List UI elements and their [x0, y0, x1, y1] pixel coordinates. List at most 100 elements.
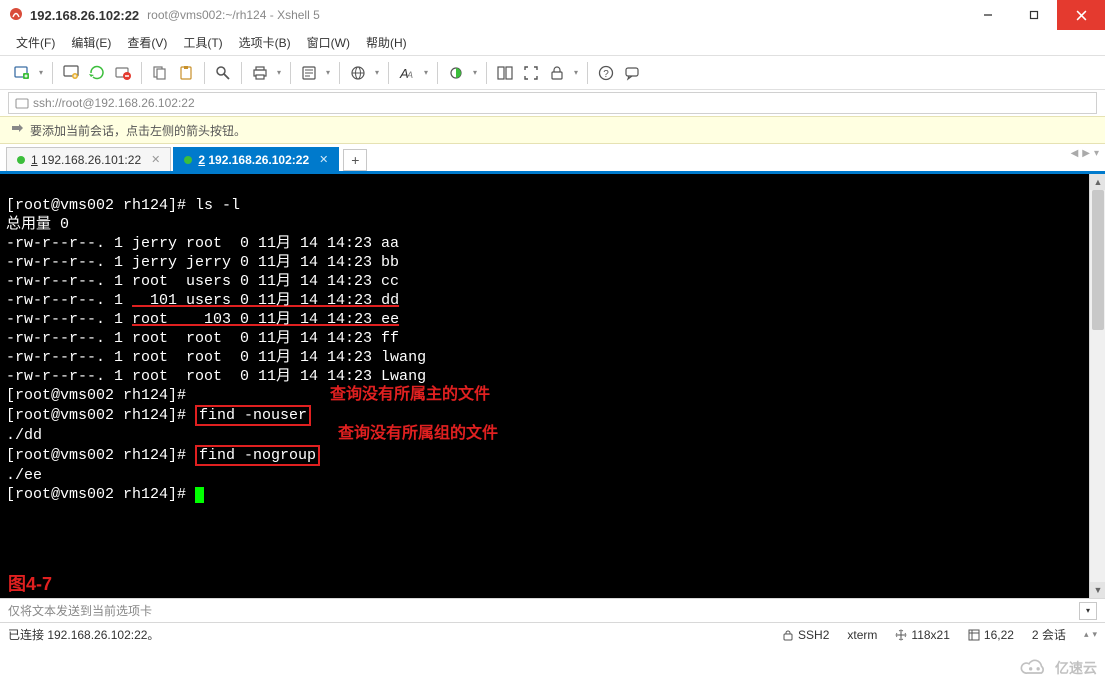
new-session-dropdown[interactable]: ▾	[36, 61, 46, 85]
watermark-text: 亿速云	[1055, 658, 1097, 678]
send-target-dropdown[interactable]: ▾	[1079, 602, 1097, 620]
menu-edit[interactable]: 编辑(E)	[65, 30, 117, 55]
lock-icon	[782, 629, 794, 641]
terminal-line: -rw-r--r--. 1 jerry jerry 0 11月 14 14:23…	[6, 254, 399, 271]
terminal-line: [root@vms002 rh124]# find -nouser	[6, 407, 311, 424]
font-dropdown[interactable]: ▾	[421, 61, 431, 85]
session-tab-1[interactable]: 1 192.168.26.101:22 ✕	[6, 147, 171, 171]
lock-icon[interactable]	[545, 61, 569, 85]
annotation-nogroup: 查询没有所属组的文件	[338, 424, 498, 443]
terminal-output[interactable]: [root@vms002 rh124]# ls -l 总用量 0 -rw-r--…	[0, 174, 1089, 598]
tab-strip: 1 192.168.26.101:22 ✕ 2 192.168.26.102:2…	[0, 144, 1105, 174]
print-icon[interactable]	[248, 61, 272, 85]
properties-icon[interactable]	[297, 61, 321, 85]
new-tab-button[interactable]: +	[343, 149, 367, 171]
tab-label: 192.168.26.101:22	[38, 153, 141, 167]
maximize-button[interactable]	[1011, 0, 1057, 30]
open-icon[interactable]	[59, 61, 83, 85]
address-input[interactable]: ssh://root@192.168.26.102:22	[8, 92, 1097, 114]
address-url: ssh://root@192.168.26.102:22	[33, 96, 195, 110]
chevron-down-icon[interactable]: ▾	[1092, 629, 1097, 640]
status-dot-icon	[184, 156, 192, 164]
status-sessions: 2 会话	[1032, 626, 1066, 643]
disconnect-icon[interactable]	[111, 61, 135, 85]
terminal-line: 总用量 0	[6, 216, 69, 233]
paste-icon[interactable]	[174, 61, 198, 85]
tab-prev-icon[interactable]: ◀	[1071, 148, 1079, 159]
highlighted-command: find -nogroup	[195, 445, 320, 466]
status-connection: 已连接 192.168.26.102:22。	[8, 626, 159, 643]
status-bar: 已连接 192.168.26.102:22。 SSH2 xterm 118x21…	[0, 622, 1105, 646]
send-input[interactable]: 仅将文本发送到当前选项卡	[8, 602, 152, 619]
properties-dropdown[interactable]: ▾	[323, 61, 333, 85]
window-title-secondary: root@vms002:~/rh124 - Xshell 5	[147, 8, 320, 22]
chevron-up-icon[interactable]: ▴	[1084, 629, 1089, 640]
print-dropdown[interactable]: ▾	[274, 61, 284, 85]
menu-tabs[interactable]: 选项卡(B)	[233, 30, 297, 55]
tab-close-icon[interactable]: ✕	[319, 153, 328, 166]
menu-file[interactable]: 文件(F)	[10, 30, 61, 55]
split-icon[interactable]	[493, 61, 517, 85]
cloud-icon	[1017, 658, 1051, 678]
session-tab-2[interactable]: 2 192.168.26.102:22 ✕	[173, 147, 339, 171]
menu-view[interactable]: 查看(V)	[121, 30, 173, 55]
info-text: 要添加当前会话，点击左侧的箭头按钮。	[30, 122, 246, 139]
scroll-down-icon[interactable]: ▼	[1090, 582, 1105, 598]
globe-dropdown[interactable]: ▾	[372, 61, 382, 85]
message-icon[interactable]	[620, 61, 644, 85]
info-bar: 要添加当前会话，点击左侧的箭头按钮。	[0, 116, 1105, 144]
reconnect-icon[interactable]	[85, 61, 109, 85]
annotation-nouser: 查询没有所属主的文件	[330, 385, 490, 404]
find-icon[interactable]	[211, 61, 235, 85]
terminal-line: -rw-r--r--. 1 root 103 0 11月 14 14:23 ee	[6, 311, 399, 328]
color-dropdown[interactable]: ▾	[470, 61, 480, 85]
terminal-line: [root@vms002 rh124]#	[6, 387, 195, 404]
fullscreen-icon[interactable]	[519, 61, 543, 85]
vertical-scrollbar[interactable]: ▲ ▼	[1089, 174, 1105, 598]
minimize-button[interactable]	[965, 0, 1011, 30]
terminal-line: -rw-r--r--. 1 root root 0 11月 14 14:23 l…	[6, 349, 426, 366]
terminal-wrap: [root@vms002 rh124]# ls -l 总用量 0 -rw-r--…	[0, 174, 1105, 598]
tab-next-icon[interactable]: ▶	[1082, 148, 1090, 159]
figure-label: 图4-7	[8, 575, 52, 594]
cursor-pos-icon	[968, 629, 980, 641]
help-icon[interactable]: ?	[594, 61, 618, 85]
menu-help[interactable]: 帮助(H)	[360, 30, 413, 55]
terminal-line: -rw-r--r--. 1 101 users 0 11月 14 14:23 d…	[6, 292, 399, 309]
status-nav: ▴ ▾	[1084, 629, 1097, 640]
new-session-icon[interactable]	[10, 61, 34, 85]
terminal-line: [root@vms002 rh124]# ls -l	[6, 197, 240, 214]
app-icon	[8, 6, 24, 25]
watermark: 亿速云	[1017, 658, 1097, 678]
terminal-line: [root@vms002 rh124]#	[6, 486, 204, 503]
tab-nav: ◀ ▶ ▾	[1071, 148, 1099, 159]
copy-icon[interactable]	[148, 61, 172, 85]
font-icon[interactable]: AA	[395, 61, 419, 85]
terminal-line: -rw-r--r--. 1 root root 0 11月 14 14:23 f…	[6, 330, 399, 347]
color-icon[interactable]	[444, 61, 468, 85]
menu-bar: 文件(F) 编辑(E) 查看(V) 工具(T) 选项卡(B) 窗口(W) 帮助(…	[0, 30, 1105, 56]
toolbar: ▾ ▾ ▾ ▾ AA ▾ ▾ ▾ ?	[0, 56, 1105, 90]
window-title-primary: 192.168.26.102:22	[30, 8, 139, 23]
terminal-line: -rw-r--r--. 1 jerry root 0 11月 14 14:23 …	[6, 235, 399, 252]
status-cursor: 16,22	[968, 628, 1014, 642]
scroll-up-icon[interactable]: ▲	[1090, 174, 1105, 190]
status-dot-icon	[17, 156, 25, 164]
arrow-add-icon[interactable]	[10, 123, 24, 137]
scroll-thumb[interactable]	[1092, 190, 1104, 330]
status-term-type: xterm	[847, 628, 877, 642]
lock-dropdown[interactable]: ▾	[571, 61, 581, 85]
terminal-line: -rw-r--r--. 1 root users 0 11月 14 14:23 …	[6, 273, 399, 290]
svg-text:A: A	[406, 70, 413, 80]
status-size: 118x21	[895, 628, 949, 642]
tab-list-dropdown[interactable]: ▾	[1094, 148, 1099, 159]
globe-icon[interactable]	[346, 61, 370, 85]
menu-tools[interactable]: 工具(T)	[177, 30, 228, 55]
status-protocol: SSH2	[782, 628, 829, 642]
tab-close-icon[interactable]: ✕	[151, 153, 160, 166]
terminal-line: -rw-r--r--. 1 root root 0 11月 14 14:23 L…	[6, 368, 426, 385]
send-bar: 仅将文本发送到当前选项卡 ▾	[0, 598, 1105, 622]
close-button[interactable]	[1057, 0, 1105, 30]
menu-window[interactable]: 窗口(W)	[301, 30, 356, 55]
terminal-line: [root@vms002 rh124]# find -nogroup	[6, 447, 320, 464]
